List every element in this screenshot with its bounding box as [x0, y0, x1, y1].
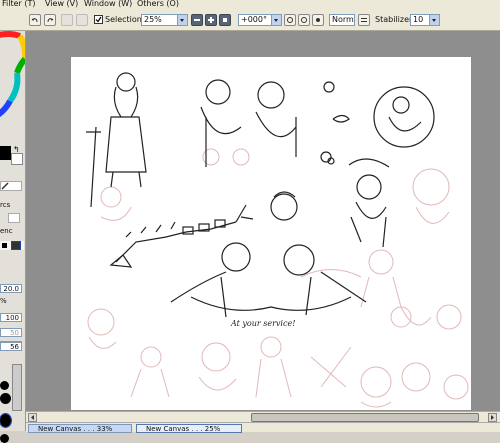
brush-icon [1, 182, 9, 190]
canvas-tab[interactable]: New Canvas . . . 33% [28, 424, 132, 433]
redo-icon [47, 18, 54, 23]
flip-view-button[interactable] [358, 14, 370, 26]
menu-filter[interactable]: Filter (T) [2, 0, 35, 9]
deselect-button[interactable] [61, 14, 73, 26]
canvas-tab-label: New Canvas . . . 25% [146, 425, 221, 433]
density-value: 100 [5, 314, 19, 322]
chevron-left-icon [31, 415, 34, 420]
blend-mode-value: Normal [332, 15, 354, 24]
menu-window[interactable]: Window (W) [84, 0, 132, 9]
checkmark-icon [95, 16, 102, 23]
tool-name-label: enc [0, 227, 13, 235]
scrollbar-thumb[interactable] [251, 413, 479, 422]
zoom-value: 25% [144, 15, 162, 24]
invert-selection-button[interactable] [76, 14, 88, 26]
rotation-select[interactable]: +000° [238, 14, 282, 26]
selection-checkbox[interactable] [94, 15, 103, 24]
rotate-left-button[interactable] [284, 14, 296, 26]
brush-size-field[interactable]: 20.0 [0, 284, 22, 293]
undo-icon [31, 18, 38, 23]
stabilizer-label: Stabilizer [375, 15, 413, 24]
zoom-out-button[interactable] [191, 14, 203, 26]
tool-slot[interactable] [0, 181, 22, 191]
minus-icon [194, 19, 200, 21]
scroll-right-button[interactable] [488, 413, 497, 422]
sketch-artwork: At your service! [86, 72, 469, 408]
square-shape-icon [11, 241, 21, 250]
menu-bar: Filter (T) View (V) Window (W) Others (O… [0, 0, 500, 10]
brush-shape-selector[interactable] [0, 241, 24, 250]
percent-label: % [0, 297, 7, 305]
zoom-select[interactable]: 25% [141, 14, 188, 26]
caption-text: At your service! [230, 319, 295, 328]
chevron-down-icon [177, 15, 187, 25]
scroll-left-button[interactable] [28, 413, 37, 422]
canvas-tab-label: New Canvas . . . 33% [38, 425, 113, 433]
flip-icon [361, 18, 367, 22]
opacity-slider[interactable] [12, 364, 22, 411]
rotate-reset-icon [316, 18, 320, 22]
brush-size-dot-selected[interactable] [0, 413, 12, 428]
stabilizer-value: 10 [413, 15, 424, 24]
swap-colors-icon[interactable]: ↰ [13, 145, 20, 154]
blend-mode-select[interactable]: Normal [329, 14, 355, 26]
rotation-value: +000° [241, 15, 267, 24]
zoom-reset-button[interactable] [219, 14, 231, 26]
undo-button[interactable] [29, 14, 41, 26]
chevron-right-icon [491, 415, 494, 420]
color-wheel[interactable] [0, 31, 25, 141]
tool-panel: ↰ rcs enc 20.0 % 100 50 30 [0, 31, 26, 443]
chevron-down-icon [271, 15, 281, 25]
selection-label: Selection [105, 15, 142, 24]
option-field-56[interactable]: 56 [0, 342, 22, 351]
brush-size-value: 20.0 [3, 285, 19, 293]
brush-size-dot[interactable] [0, 434, 9, 443]
rotate-left-icon [287, 17, 293, 23]
option-value: 50 [10, 329, 19, 337]
canvas-tab-active[interactable]: New Canvas . . . 25% [136, 424, 242, 433]
rotate-right-button[interactable] [298, 14, 310, 26]
menu-view[interactable]: View (V) [45, 0, 78, 9]
tool-name-label: rcs [0, 201, 11, 209]
redo-button[interactable] [44, 14, 56, 26]
density-field[interactable]: 100 [0, 313, 22, 322]
menu-others[interactable]: Others (O) [137, 0, 179, 9]
brush-size-dot[interactable] [0, 381, 9, 390]
stabilizer-select[interactable]: 10 [410, 14, 440, 26]
tool-slot[interactable] [8, 213, 20, 223]
rotate-right-icon [301, 17, 307, 23]
zoom-in-button[interactable] [205, 14, 217, 26]
chevron-down-icon [429, 15, 439, 25]
option-field[interactable]: 50 [0, 328, 22, 337]
rotate-reset-button[interactable] [312, 14, 324, 26]
plus-icon [208, 17, 214, 23]
secondary-color-swatch[interactable] [11, 153, 23, 165]
brush-size-dot[interactable] [0, 393, 11, 404]
drawing-canvas[interactable]: At your service! [71, 57, 471, 410]
square-shape-icon [2, 243, 7, 248]
zoom-reset-icon [223, 18, 227, 22]
option-value: 56 [10, 343, 19, 351]
primary-color-swatch[interactable] [0, 146, 11, 160]
